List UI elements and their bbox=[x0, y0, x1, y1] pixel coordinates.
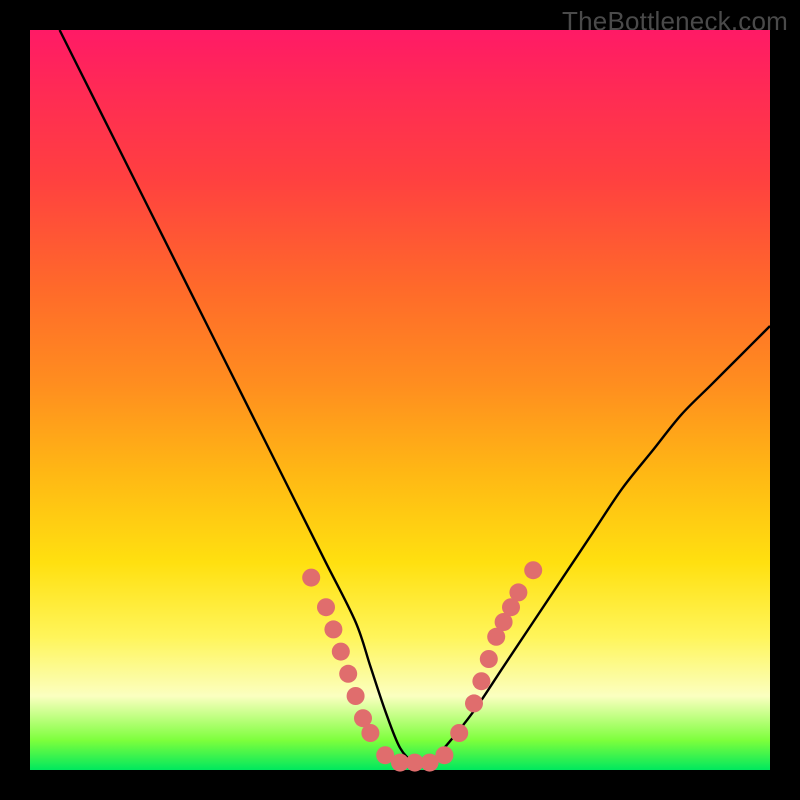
marker-dot bbox=[324, 620, 342, 638]
bottleneck-curve bbox=[60, 30, 770, 764]
plot-area bbox=[30, 30, 770, 770]
marker-dot bbox=[480, 650, 498, 668]
marker-dot bbox=[361, 724, 379, 742]
highlighted-points bbox=[302, 561, 542, 771]
marker-dot bbox=[524, 561, 542, 579]
marker-dot bbox=[465, 694, 483, 712]
marker-dot bbox=[332, 643, 350, 661]
marker-dot bbox=[302, 569, 320, 587]
marker-dot bbox=[509, 583, 527, 601]
marker-dot bbox=[450, 724, 468, 742]
marker-dot bbox=[472, 672, 490, 690]
chart-frame: TheBottleneck.com bbox=[0, 0, 800, 800]
curve-layer bbox=[30, 30, 770, 770]
marker-dot bbox=[435, 746, 453, 764]
marker-dot bbox=[347, 687, 365, 705]
marker-dot bbox=[317, 598, 335, 616]
marker-dot bbox=[339, 665, 357, 683]
